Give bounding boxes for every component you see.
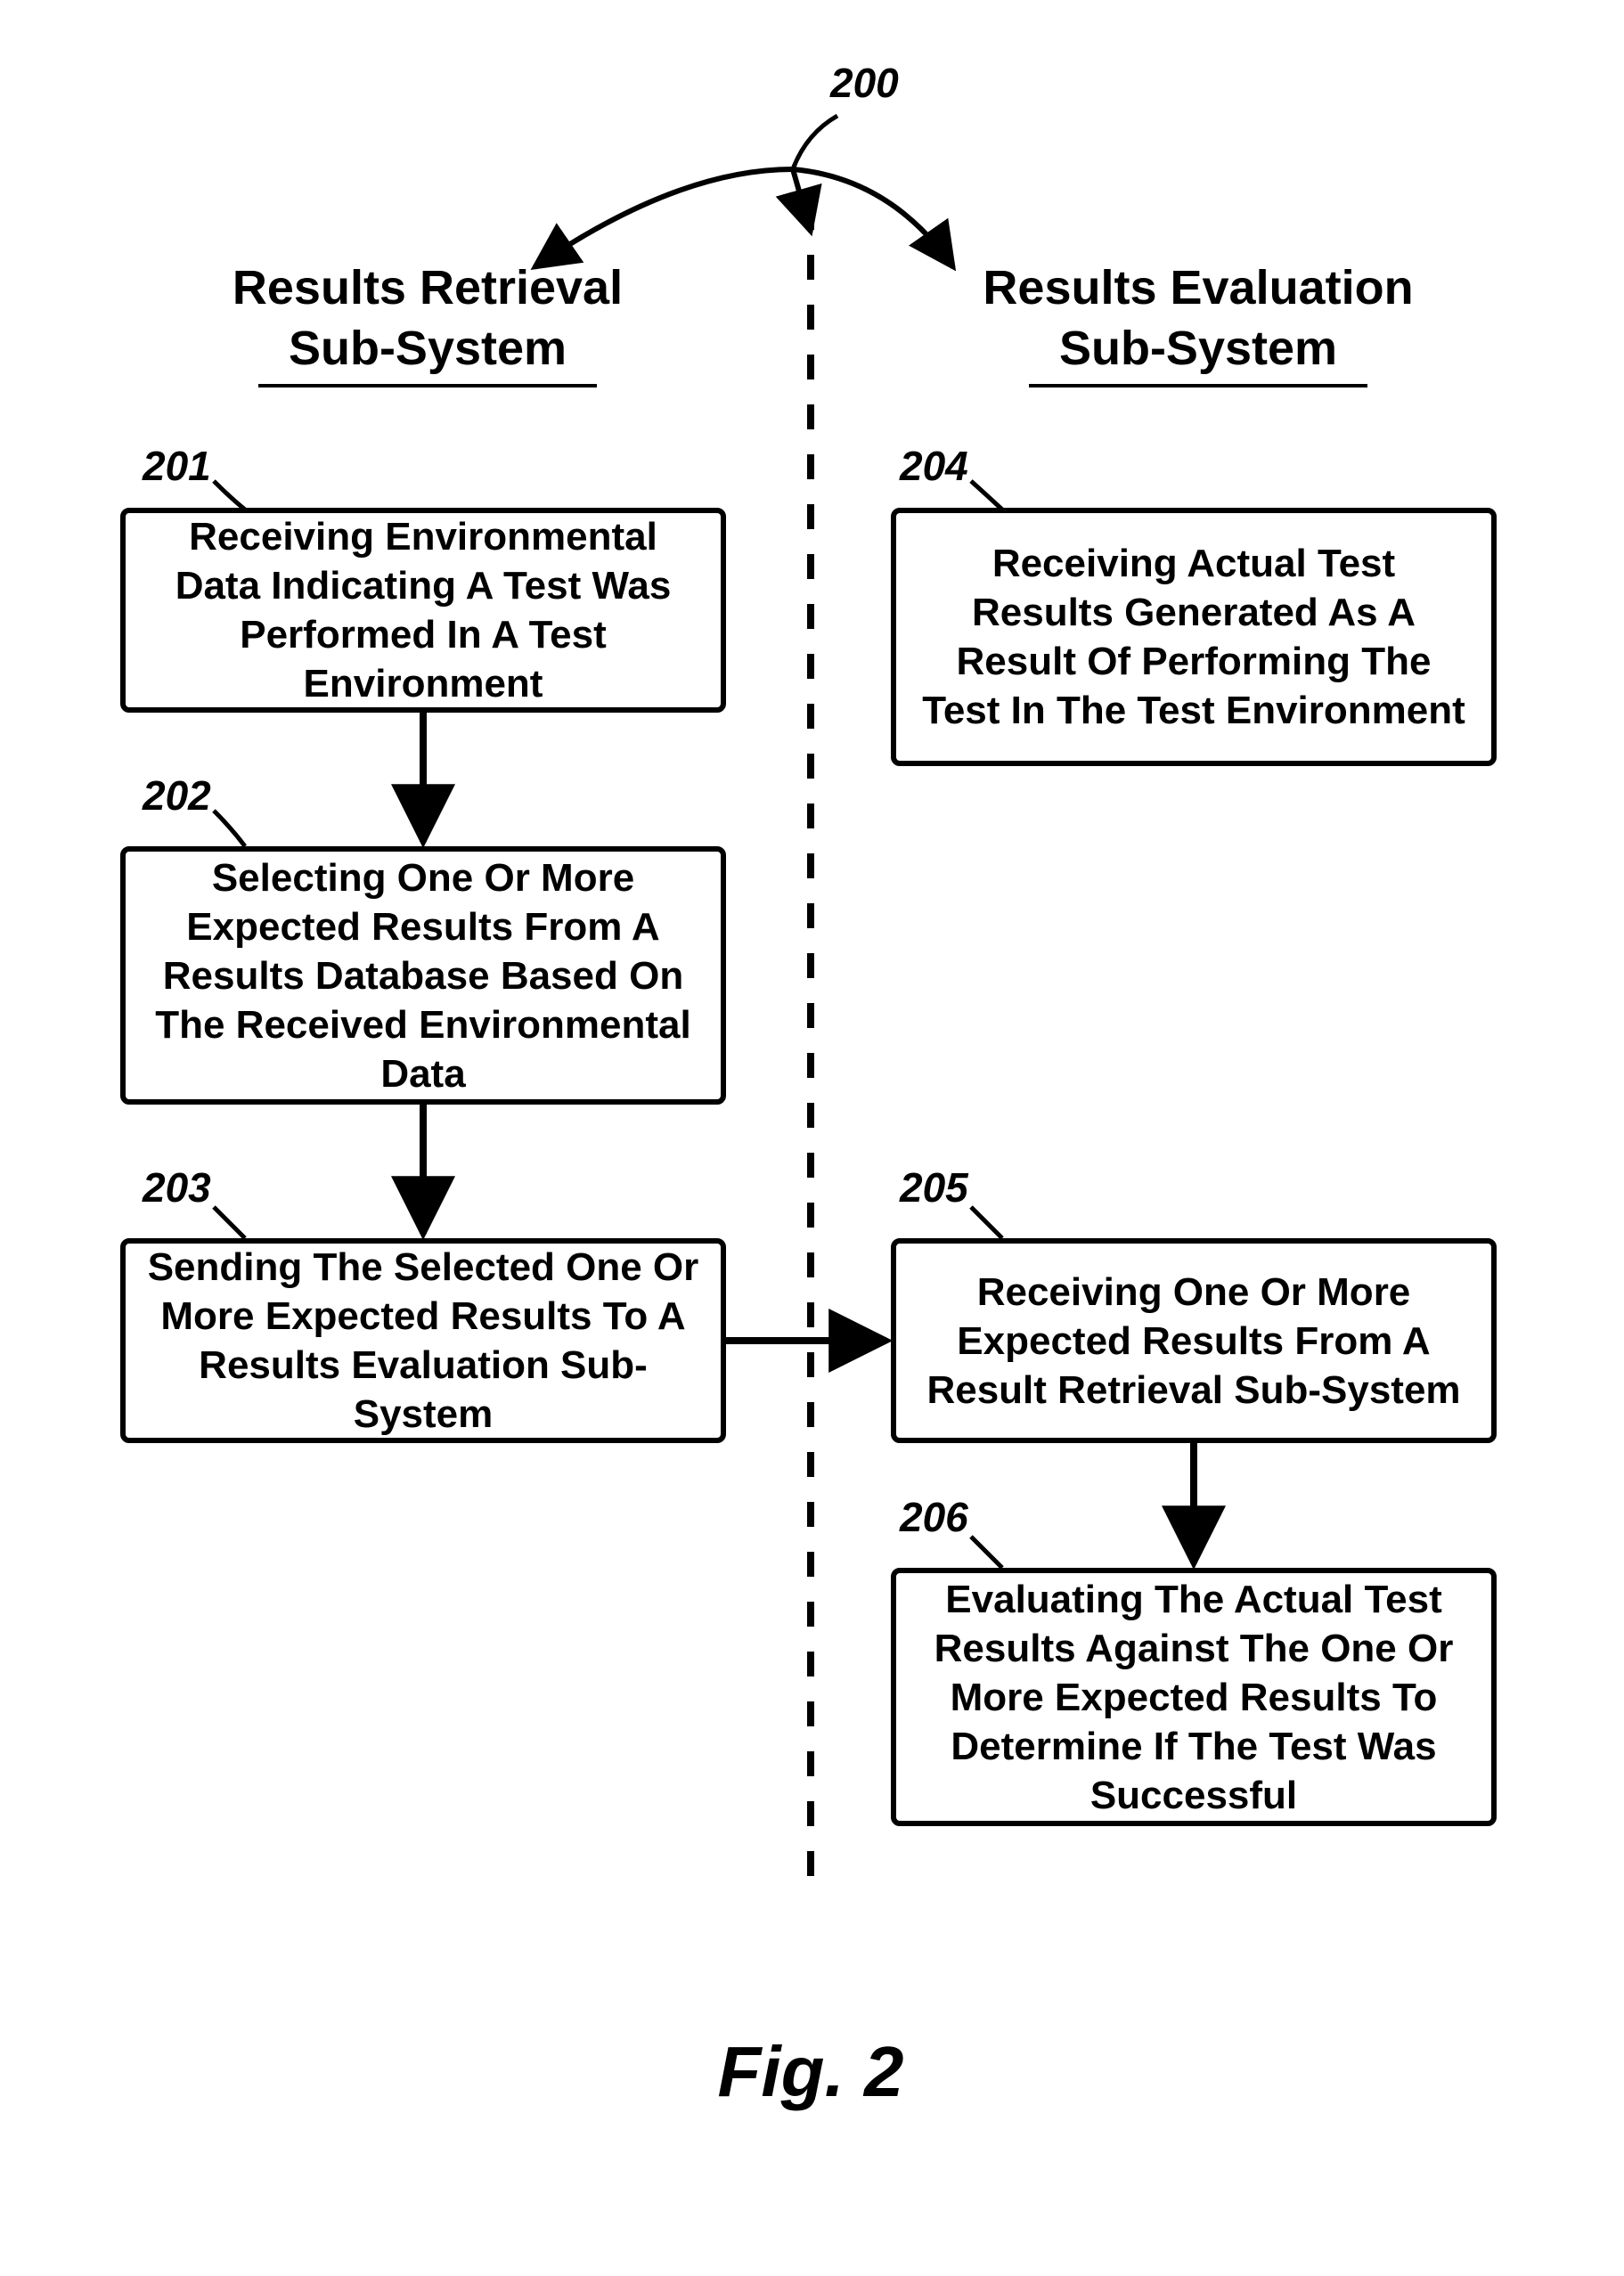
box-205: Receiving One Or More Expected Results F…	[891, 1238, 1497, 1443]
ref-200-arrow-center	[793, 169, 811, 232]
ref-200-arrow-left	[535, 169, 793, 267]
ref-201: 201	[143, 445, 211, 486]
leader-201	[214, 481, 245, 510]
box-206: Evaluating The Actual Test Results Again…	[891, 1568, 1497, 1826]
flowchart-canvas: 200 Results Retrieval Sub-System Results…	[0, 0, 1624, 2276]
leader-206	[971, 1537, 1002, 1568]
figure-caption: Fig. 2	[677, 2031, 944, 2113]
box-201: Receiving Environmental Data Indicating …	[120, 508, 726, 713]
ref-204: 204	[900, 445, 968, 486]
heading-right: Results Evaluation Sub-System	[953, 258, 1443, 387]
ref-202: 202	[143, 775, 211, 816]
heading-left-text: Results Retrieval Sub-System	[233, 261, 623, 375]
box-206-text: Evaluating The Actual Test Results Again…	[918, 1575, 1470, 1820]
box-205-text: Receiving One Or More Expected Results F…	[918, 1268, 1470, 1415]
box-202: Selecting One Or More Expected Results F…	[120, 846, 726, 1105]
leader-204	[971, 481, 1002, 510]
box-203: Sending The Selected One Or More Expecte…	[120, 1238, 726, 1443]
heading-right-text: Results Evaluation Sub-System	[983, 261, 1413, 375]
leader-203	[214, 1207, 245, 1238]
ref-200-leader	[793, 116, 837, 169]
ref-200: 200	[830, 62, 899, 103]
box-201-text: Receiving Environmental Data Indicating …	[147, 512, 699, 708]
ref-205: 205	[900, 1167, 968, 1208]
heading-left: Results Retrieval Sub-System	[205, 258, 650, 387]
box-202-text: Selecting One Or More Expected Results F…	[147, 853, 699, 1098]
box-203-text: Sending The Selected One Or More Expecte…	[147, 1243, 699, 1439]
ref-206: 206	[900, 1497, 968, 1538]
heading-left-underline	[258, 384, 597, 387]
heading-right-underline	[1029, 384, 1367, 387]
box-204: Receiving Actual Test Results Generated …	[891, 508, 1497, 766]
box-204-text: Receiving Actual Test Results Generated …	[918, 539, 1470, 735]
leader-202	[214, 811, 245, 846]
ref-200-arrow-right	[793, 169, 953, 267]
ref-203: 203	[143, 1167, 211, 1208]
leader-205	[971, 1207, 1002, 1238]
